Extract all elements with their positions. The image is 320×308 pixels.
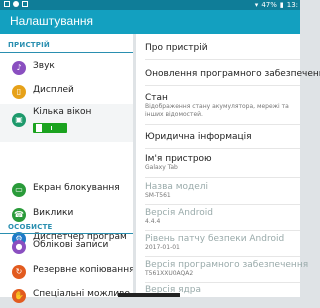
menu-label: Виклики bbox=[33, 208, 74, 218]
menu-item-accounts[interactable]: ● Облікові записи bbox=[0, 235, 133, 259]
row-software-version: Версія програмного забезпечення T561XXU0… bbox=[145, 260, 309, 278]
status-bar: ▾ 47% ▮ 13: bbox=[0, 0, 300, 10]
battery-icon: ▮ bbox=[279, 1, 284, 9]
row-separator bbox=[145, 230, 300, 231]
lockscreen-icon: ▭ bbox=[12, 183, 26, 197]
multiwindow-icon: ▣ bbox=[12, 113, 26, 127]
row-security-patch: Рівень патчу безпеки Android 2017-01-01 bbox=[145, 234, 300, 252]
menu-item-lockscreen[interactable]: ▭ Екран блокування bbox=[0, 178, 133, 202]
row-subtitle: SM-T561 bbox=[145, 192, 171, 199]
multiwindow-toggle[interactable] bbox=[33, 123, 67, 133]
menu-label: Звук bbox=[33, 61, 55, 71]
menu-item-display[interactable]: ▯ Дисплей bbox=[0, 80, 133, 104]
backup-icon: ↻ bbox=[12, 265, 26, 279]
accessibility-icon: ✋ bbox=[12, 289, 26, 303]
status-right: ▾ 47% ▮ 13: bbox=[255, 0, 298, 10]
row-title: Юридична інформація bbox=[145, 132, 252, 142]
menu-label: Резервне копіювання bbox=[33, 265, 135, 275]
section-divider bbox=[0, 233, 133, 234]
app-bar: Налаштування bbox=[0, 10, 300, 34]
battery-percent: 47% bbox=[261, 1, 277, 9]
section-header-personal: ОСОБИСТЕ bbox=[8, 223, 53, 231]
row-subtitle: Galaxy Tab bbox=[145, 164, 178, 171]
row-android-version: Версія Android 4.4.4 bbox=[145, 208, 300, 226]
row-status[interactable]: Стан Відображення стану акумулятора, мер… bbox=[145, 93, 300, 119]
section-divider bbox=[0, 52, 133, 53]
about-device-pane: Про пристрій Оновлення програмного забез… bbox=[136, 34, 320, 297]
page-title: Налаштування bbox=[10, 14, 93, 28]
row-subtitle: 4.4.4 bbox=[145, 218, 161, 225]
row-separator bbox=[145, 204, 300, 205]
menu-label: Екран блокування bbox=[33, 183, 120, 193]
wifi-icon: ▾ bbox=[254, 1, 259, 9]
row-title: Про пристрій bbox=[145, 43, 208, 53]
row-title: Назва моделі bbox=[145, 182, 209, 192]
row-title: Оновлення програмного забезпечення bbox=[145, 69, 320, 79]
notification-icon-3 bbox=[22, 1, 28, 7]
row-subtitle: 2017-01-01 bbox=[145, 244, 180, 251]
row-title: Рівень патчу безпеки Android bbox=[145, 234, 285, 244]
status-left-icons bbox=[4, 1, 28, 7]
row-separator bbox=[145, 282, 300, 283]
menu-item-backup[interactable]: ↻ Резервне копіювання bbox=[0, 260, 135, 284]
menu-label: Спеціальні можливо bbox=[33, 289, 130, 299]
menu-item-multiwindow[interactable]: ▣ Кілька вікон bbox=[0, 104, 133, 142]
row-title: Стан bbox=[145, 93, 168, 103]
toggle-on-mark bbox=[51, 126, 52, 130]
settings-menu: ПРИСТРІЙ ♪ Звук ▯ Дисплей ▣ Кілька вікон… bbox=[0, 34, 135, 303]
accounts-icon: ● bbox=[12, 240, 26, 254]
row-title: Версія Android bbox=[145, 208, 213, 218]
row-subtitle: Відображення стану акумулятора, мережі т… bbox=[145, 103, 289, 118]
menu-label: Облікові записи bbox=[33, 240, 109, 250]
menu-item-accessibility[interactable]: ✋ Спеціальні можливо bbox=[0, 284, 133, 308]
row-separator bbox=[145, 124, 300, 125]
row-device-name[interactable]: Ім'я пристрою Galaxy Tab bbox=[145, 154, 300, 172]
navigation-handle bbox=[118, 293, 180, 297]
row-separator bbox=[145, 85, 300, 86]
row-legal-info[interactable]: Юридична інформація bbox=[145, 132, 300, 142]
row-title: Версія програмного забезпечення bbox=[145, 260, 309, 270]
calls-icon: ☎ bbox=[12, 208, 26, 222]
display-icon: ▯ bbox=[12, 85, 26, 99]
row-title: Ім'я пристрою bbox=[145, 154, 212, 164]
menu-label: Дисплей bbox=[33, 85, 74, 95]
toggle-knob bbox=[36, 124, 42, 132]
section-header-device: ПРИСТРІЙ bbox=[8, 41, 50, 49]
row-software-update[interactable]: Оновлення програмного забезпечення bbox=[145, 69, 320, 79]
row-separator bbox=[145, 59, 300, 60]
sound-icon: ♪ bbox=[12, 61, 26, 75]
menu-label: Кілька вікон bbox=[33, 107, 92, 117]
row-separator bbox=[145, 256, 300, 257]
row-model-name: Назва моделі SM-T561 bbox=[145, 182, 300, 200]
row-separator bbox=[145, 148, 300, 149]
row-subtitle: T561XXU0AQA2 bbox=[145, 270, 194, 277]
menu-item-sound[interactable]: ♪ Звук bbox=[0, 56, 133, 80]
clock: 13: bbox=[286, 1, 298, 9]
notification-icon bbox=[4, 1, 10, 7]
notification-icon-2 bbox=[13, 1, 19, 7]
row-separator bbox=[145, 177, 300, 178]
row-about-device[interactable]: Про пристрій bbox=[145, 43, 300, 53]
